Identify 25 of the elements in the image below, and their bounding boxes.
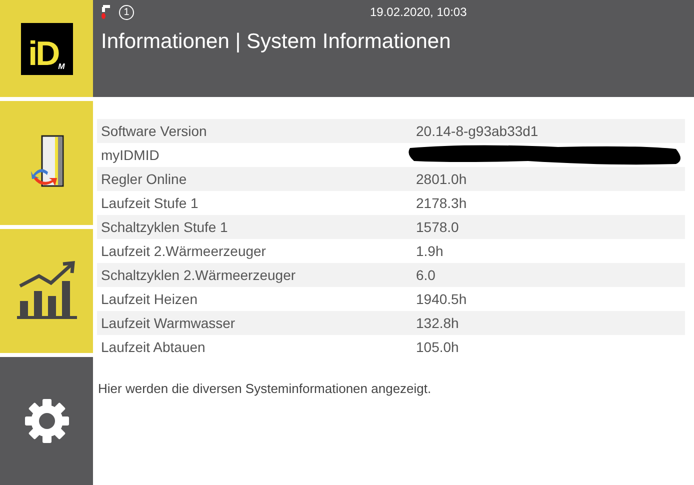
row-label: myIDMID bbox=[100, 147, 160, 163]
row-value: 2801.0h bbox=[416, 171, 467, 187]
row-label: Laufzeit 2.Wärmeerzeuger bbox=[100, 243, 267, 259]
row-label: Schaltzyklen 2.Wärmeerzeuger bbox=[100, 267, 297, 283]
row-value: 1940.5h bbox=[416, 291, 467, 307]
row-label: Laufzeit Abtauen bbox=[100, 339, 206, 355]
row-label: Laufzeit Warmwasser bbox=[100, 315, 236, 331]
row-label: Laufzeit Heizen bbox=[100, 291, 199, 307]
row-value: 1578.0 bbox=[416, 219, 459, 235]
row-value: 132.8h bbox=[416, 315, 459, 331]
row-value: 20.14-8-g93ab33d1 bbox=[416, 123, 538, 139]
logo-text: iD bbox=[28, 36, 58, 70]
row-value: 2178.3h bbox=[416, 195, 467, 211]
page-title: Informationen | System Informationen bbox=[101, 30, 452, 54]
logo-subtext: M bbox=[58, 62, 65, 70]
notification-badge: 1 bbox=[119, 4, 134, 20]
row-value: 6.0 bbox=[416, 267, 436, 283]
row-label: Schaltzyklen Stufe 1 bbox=[100, 219, 229, 235]
datetime: 19.02.2020, 10:03 bbox=[370, 5, 467, 19]
description-text: Hier werden die diversen Systeminformationen angezeigt. bbox=[98, 381, 432, 396]
row-label: Regler Online bbox=[100, 171, 188, 187]
row-label: Software Version bbox=[100, 123, 208, 139]
row-label: Laufzeit Stufe 1 bbox=[100, 195, 200, 211]
row-value: 1.9h bbox=[416, 243, 444, 259]
row-value: 105.0h bbox=[416, 339, 459, 355]
